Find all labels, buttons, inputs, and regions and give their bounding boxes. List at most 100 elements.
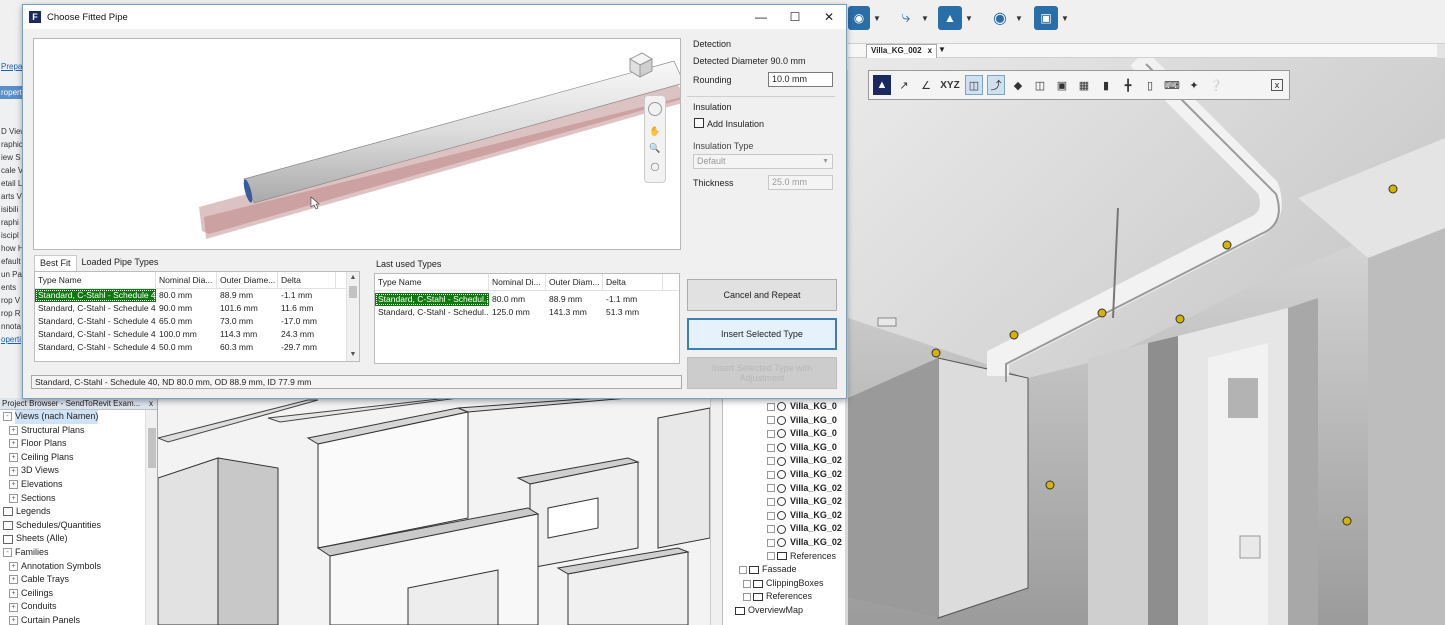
scrollbar-thumb[interactable] bbox=[148, 428, 156, 468]
tree-item[interactable]: Villa_KG_0 bbox=[723, 441, 845, 455]
insert-with-adjustment-button[interactable]: Insert Selected Type with Adjustment bbox=[687, 357, 837, 389]
plane-icon[interactable]: ◆ bbox=[1009, 75, 1027, 95]
tree-item[interactable]: Villa_KG_02 bbox=[723, 468, 845, 482]
toolbar-close-icon[interactable]: x bbox=[1271, 79, 1283, 91]
expand-toggle-icon[interactable] bbox=[767, 470, 775, 479]
view-mode-tool[interactable]: ◉ ▼ bbox=[988, 6, 1024, 30]
export-tool[interactable]: ▣ ▼ bbox=[1034, 6, 1070, 30]
orbit-icon[interactable]: ◯ bbox=[645, 162, 665, 171]
expand-toggle-icon[interactable] bbox=[767, 402, 775, 411]
camera-tool[interactable]: ◉ ▼ bbox=[848, 6, 882, 30]
expand-toggle-icon[interactable]: + bbox=[9, 466, 18, 476]
view-cube-icon[interactable] bbox=[626, 51, 654, 81]
tree-item[interactable]: Villa_KG_0 bbox=[723, 400, 845, 414]
tab-close-icon[interactable]: x bbox=[928, 45, 932, 58]
project-browser-scrollbar[interactable] bbox=[145, 410, 157, 625]
tree-item[interactable]: Villa_KG_0 bbox=[723, 427, 845, 441]
expand-toggle-icon[interactable]: + bbox=[9, 425, 18, 435]
fit-pipe-icon[interactable]: ◫ bbox=[965, 75, 983, 95]
cylinder-icon[interactable]: ▯ bbox=[1141, 75, 1159, 95]
tree-item[interactable]: + Ceilings bbox=[0, 587, 157, 601]
tree-item[interactable]: + Ceiling Plans bbox=[0, 451, 157, 465]
tree-item[interactable]: + Conduits bbox=[0, 600, 157, 614]
scroll-up-icon[interactable]: ▲ bbox=[347, 272, 359, 284]
measure-tool[interactable]: ⤷ ▼ bbox=[894, 6, 930, 30]
tree-item[interactable]: Villa_KG_0 bbox=[723, 414, 845, 428]
expand-toggle-icon[interactable] bbox=[767, 457, 775, 466]
steering-wheel-icon[interactable] bbox=[648, 102, 662, 116]
expand-toggle-icon[interactable]: + bbox=[9, 439, 18, 449]
expand-toggle-icon[interactable]: + bbox=[9, 575, 18, 585]
tree-item[interactable]: + Annotation Symbols bbox=[0, 560, 157, 574]
column-icon[interactable]: ╋ bbox=[1119, 75, 1137, 95]
tree-item[interactable]: Villa_KG_02 bbox=[723, 495, 845, 509]
tab-villa-kg-002[interactable]: Villa_KG_002 x bbox=[866, 44, 938, 58]
insert-selected-type-button[interactable]: Insert Selected Type bbox=[687, 318, 837, 350]
wall-icon[interactable]: ◫ bbox=[1031, 75, 1049, 95]
tab-loaded-pipe-types[interactable]: Loaded Pipe Types bbox=[77, 255, 164, 271]
scroll-down-icon[interactable]: ▼ bbox=[347, 349, 359, 361]
axis-icon[interactable]: ↗ bbox=[895, 75, 913, 95]
minimize-button[interactable]: — bbox=[744, 5, 778, 29]
cancel-and-repeat-button[interactable]: Cancel and Repeat bbox=[687, 279, 837, 311]
close-button[interactable]: ✕ bbox=[812, 5, 846, 29]
point-cloud-view[interactable] bbox=[848, 58, 1445, 625]
tree-item[interactable]: - Views (nach Namen) bbox=[0, 410, 157, 424]
table-row[interactable]: Standard, C-Stahl - Schedul... 125.0 mm 14… bbox=[375, 306, 679, 319]
expand-toggle-icon[interactable] bbox=[739, 565, 747, 574]
thickness-input[interactable]: 25.0 mm bbox=[768, 175, 833, 190]
tree-item[interactable]: + Floor Plans bbox=[0, 437, 157, 451]
expand-toggle-icon[interactable] bbox=[767, 443, 775, 452]
tree-item[interactable]: + Sections bbox=[0, 492, 157, 506]
tree-item[interactable]: Villa_KG_02 bbox=[723, 509, 845, 523]
tree-item[interactable]: References bbox=[723, 590, 845, 604]
expand-toggle-icon[interactable]: + bbox=[9, 480, 18, 490]
tree-item[interactable]: + Structural Plans bbox=[0, 424, 157, 438]
scrollbar-thumb[interactable] bbox=[349, 286, 357, 298]
expand-toggle-icon[interactable]: + bbox=[9, 589, 18, 599]
navigation-bar[interactable]: ✋ 🔍 ◯ bbox=[644, 95, 666, 183]
column-header[interactable]: Delta bbox=[278, 272, 336, 288]
tree-item[interactable]: Legends bbox=[0, 505, 157, 519]
insulation-type-select[interactable]: Default ▼ bbox=[693, 154, 833, 169]
tree-item[interactable]: ClippingBoxes bbox=[723, 577, 845, 591]
tree-item[interactable]: Schedules/Quantities bbox=[0, 519, 157, 533]
expand-toggle-icon[interactable] bbox=[767, 552, 775, 561]
chevron-down-icon[interactable]: ▼ bbox=[1060, 14, 1070, 23]
expand-toggle-icon[interactable]: + bbox=[9, 453, 18, 463]
tab-scroll-button[interactable] bbox=[1437, 44, 1445, 58]
expand-toggle-icon[interactable]: - bbox=[3, 548, 12, 558]
table-row[interactable]: Standard, C-Stahl - Schedule 40 100.0 mm 1… bbox=[35, 328, 359, 341]
add-insulation-checkbox[interactable] bbox=[694, 118, 704, 128]
column-header[interactable]: Type Name bbox=[35, 272, 156, 288]
tree-item[interactable]: Villa_KG_02 bbox=[723, 522, 845, 536]
tree-item[interactable]: + Cable Trays bbox=[0, 573, 157, 587]
column-header[interactable]: Nominal Di... bbox=[489, 274, 546, 290]
project-browser-close-button[interactable]: x bbox=[145, 398, 157, 409]
tree-item[interactable]: Villa_KG_02 bbox=[723, 536, 845, 550]
tree-item[interactable]: + Curtain Panels bbox=[0, 614, 157, 625]
expand-toggle-icon[interactable]: + bbox=[9, 602, 18, 612]
chevron-down-icon[interactable]: ▼ bbox=[938, 45, 946, 54]
tree-item[interactable]: - Families bbox=[0, 546, 157, 560]
expand-toggle-icon[interactable] bbox=[743, 593, 751, 602]
tree-item[interactable]: Villa_KG_02 bbox=[723, 454, 845, 468]
table-row[interactable]: Standard, C-Stahl - Schedule 40 80.0 mm 88… bbox=[35, 289, 359, 302]
help-icon[interactable]: ❔ bbox=[1207, 75, 1225, 95]
column-header[interactable]: Delta bbox=[603, 274, 663, 290]
rounding-input[interactable]: 10.0 mm bbox=[768, 72, 833, 87]
column-header[interactable]: Outer Diame... bbox=[217, 272, 278, 288]
viewport-scrollbar[interactable] bbox=[710, 398, 722, 625]
tree-item[interactable]: +3D Views bbox=[0, 464, 157, 478]
target-remove-icon[interactable]: ✦ bbox=[1185, 75, 1203, 95]
maximize-button[interactable]: ☐ bbox=[778, 5, 812, 29]
table-row[interactable]: Standard, C-Stahl - Schedule 40 50.0 mm 60… bbox=[35, 341, 359, 354]
expand-toggle-icon[interactable] bbox=[767, 511, 775, 520]
revit-icon[interactable]: ▲ bbox=[873, 75, 891, 95]
pan-icon[interactable]: ✋ bbox=[645, 126, 665, 137]
expand-toggle-icon[interactable] bbox=[767, 525, 775, 534]
expand-toggle-icon[interactable] bbox=[767, 484, 775, 493]
zoom-icon[interactable]: 🔍 bbox=[645, 143, 665, 154]
tree-item[interactable]: + Elevations bbox=[0, 478, 157, 492]
tree-item[interactable]: Sheets (Alle) bbox=[0, 532, 157, 546]
